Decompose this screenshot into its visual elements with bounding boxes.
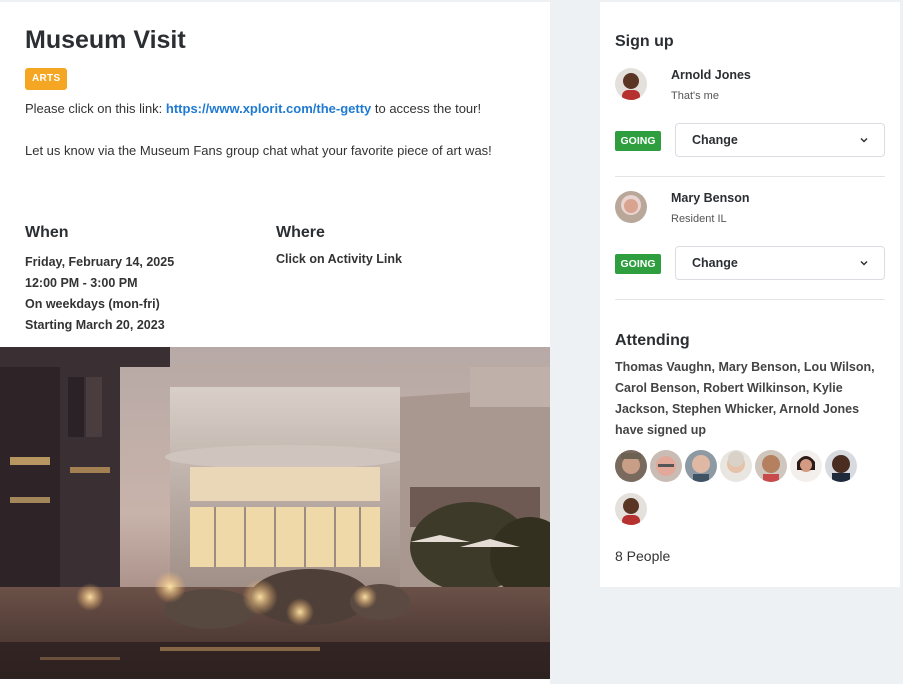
event-card: Museum Visit ARTS Please click on this l… xyxy=(0,2,550,684)
when-start: Starting March 20, 2023 xyxy=(25,318,165,332)
where-heading: Where xyxy=(276,224,325,241)
change-label: Change xyxy=(692,133,738,147)
avatar[interactable] xyxy=(615,493,647,525)
signup-subtitle: Resident IL xyxy=(671,213,727,225)
event-photo xyxy=(0,347,550,679)
category-badge: ARTS xyxy=(25,68,68,90)
chevron-down-icon xyxy=(860,137,868,143)
signup-title: Sign up xyxy=(615,33,674,50)
status-badge: GOING xyxy=(615,254,661,274)
avatar[interactable] xyxy=(615,450,647,482)
signup-subtitle: That's me xyxy=(671,90,719,102)
avatar[interactable] xyxy=(790,450,822,482)
chevron-down-icon xyxy=(860,260,868,266)
avatar[interactable] xyxy=(720,450,752,482)
link-prefix: Please click on this link: xyxy=(25,101,166,116)
change-dropdown[interactable]: Change xyxy=(675,123,885,157)
attending-title: Attending xyxy=(615,332,690,349)
change-dropdown[interactable]: Change xyxy=(675,246,885,280)
divider xyxy=(615,299,885,300)
where-value: Click on Activity Link xyxy=(276,252,402,266)
when-recurrence: On weekdays (mon-fri) xyxy=(25,297,160,311)
divider xyxy=(615,176,885,177)
attending-list: Thomas Vaughn, Mary Benson, Lou Wilson, … xyxy=(615,360,875,437)
avatar[interactable] xyxy=(685,450,717,482)
tour-link[interactable]: https://www.xplorit.com/the-getty xyxy=(166,101,371,116)
when-heading: When xyxy=(25,224,69,241)
event-message: Let us know via the Museum Fans group ch… xyxy=(25,143,492,158)
when-date: Friday, February 14, 2025 xyxy=(25,255,175,269)
when-details: Friday, February 14, 2025 12:00 PM - 3:0… xyxy=(25,252,174,336)
avatar[interactable] xyxy=(755,450,787,482)
link-suffix: to access the tour! xyxy=(371,101,482,116)
signup-name: Mary Benson xyxy=(671,191,750,205)
signup-name: Arnold Jones xyxy=(671,68,751,82)
signup-entry: Mary Benson Resident IL GOING Change xyxy=(615,191,885,291)
status-badge: GOING xyxy=(615,131,661,151)
avatar[interactable] xyxy=(650,450,682,482)
people-count: 8 People xyxy=(615,548,671,564)
when-time: 12:00 PM - 3:00 PM xyxy=(25,276,138,290)
signup-entry: Arnold Jones That's me GOING Change xyxy=(615,68,885,168)
event-title: Museum Visit xyxy=(25,26,186,54)
signup-panel: Sign up Arnold Jones That's me GOING Cha… xyxy=(600,2,900,587)
event-description: Please click on this link: https://www.x… xyxy=(25,101,481,116)
change-label: Change xyxy=(692,256,738,270)
avatar xyxy=(615,191,647,223)
avatar xyxy=(615,68,647,100)
avatar[interactable] xyxy=(825,450,857,482)
